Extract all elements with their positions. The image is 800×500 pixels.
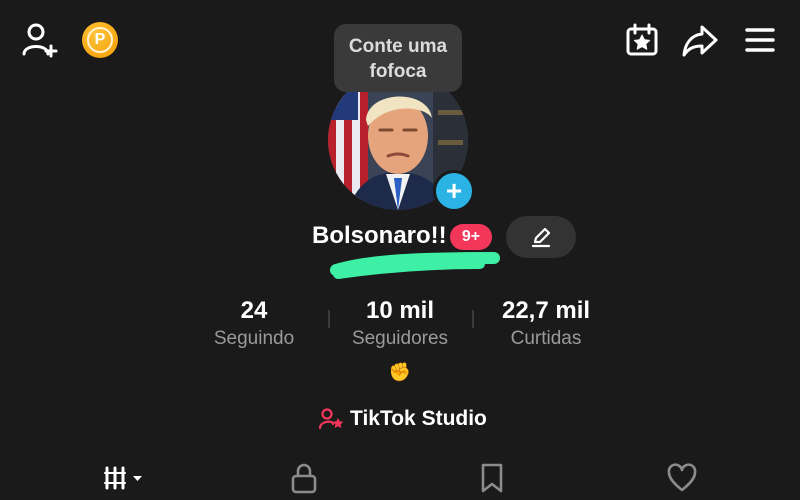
profile-name: Bolsonaro!! xyxy=(312,222,447,249)
following-label: Seguindo xyxy=(213,328,295,349)
share-profile-button[interactable] xyxy=(678,18,722,62)
tab-saved[interactable] xyxy=(462,460,522,496)
bio-emoji: ✊ xyxy=(388,362,412,386)
following-count: 24 xyxy=(240,297,268,324)
followers-count: 10 mil xyxy=(365,297,435,324)
add-avatar-button[interactable]: + xyxy=(433,170,475,212)
tooltip-line2: fofoca xyxy=(369,61,427,82)
stat-following[interactable]: 24 Seguindo xyxy=(184,296,324,352)
redaction-scribble xyxy=(330,252,500,279)
tab-videos[interactable] xyxy=(94,460,154,496)
story-tooltip[interactable]: Conte uma fofoca xyxy=(334,24,462,92)
plus-icon: + xyxy=(445,175,463,206)
tab-private[interactable] xyxy=(274,460,334,496)
tiktok-studio-link[interactable]: TikTok Studio xyxy=(318,404,487,434)
share-icon xyxy=(682,25,718,57)
notification-badge[interactable]: 9+ xyxy=(450,224,492,250)
stat-divider xyxy=(472,310,474,328)
likes-label: Curtidas xyxy=(510,328,582,349)
likes-count: 22,7 mil xyxy=(501,297,591,324)
calendar-button[interactable] xyxy=(620,18,664,62)
coin-icon: P xyxy=(87,27,113,53)
menu-button[interactable] xyxy=(738,18,782,62)
calendar-star-icon xyxy=(626,23,658,56)
raised-fist-icon: ✊ xyxy=(388,362,412,382)
studio-label: TikTok Studio xyxy=(350,407,487,430)
edit-profile-button[interactable] xyxy=(506,216,576,258)
stat-likes[interactable]: 22,7 mil Curtidas xyxy=(476,296,616,352)
followers-label: Seguidores xyxy=(351,328,449,349)
menu-icon xyxy=(745,28,775,52)
lock-icon xyxy=(291,463,317,494)
studio-person-star-icon xyxy=(318,408,344,430)
bookmark-icon xyxy=(481,463,503,493)
coin-button[interactable]: P xyxy=(82,22,118,58)
tooltip-line1: Conte uma xyxy=(348,36,448,57)
stat-followers[interactable]: 10 mil Seguidores xyxy=(330,296,470,352)
heart-icon xyxy=(667,463,697,492)
pencil-icon xyxy=(531,227,551,248)
add-friend-button[interactable] xyxy=(20,20,60,60)
videos-grid-icon xyxy=(104,466,142,490)
add-user-icon xyxy=(22,23,58,58)
tab-liked[interactable] xyxy=(652,460,712,496)
